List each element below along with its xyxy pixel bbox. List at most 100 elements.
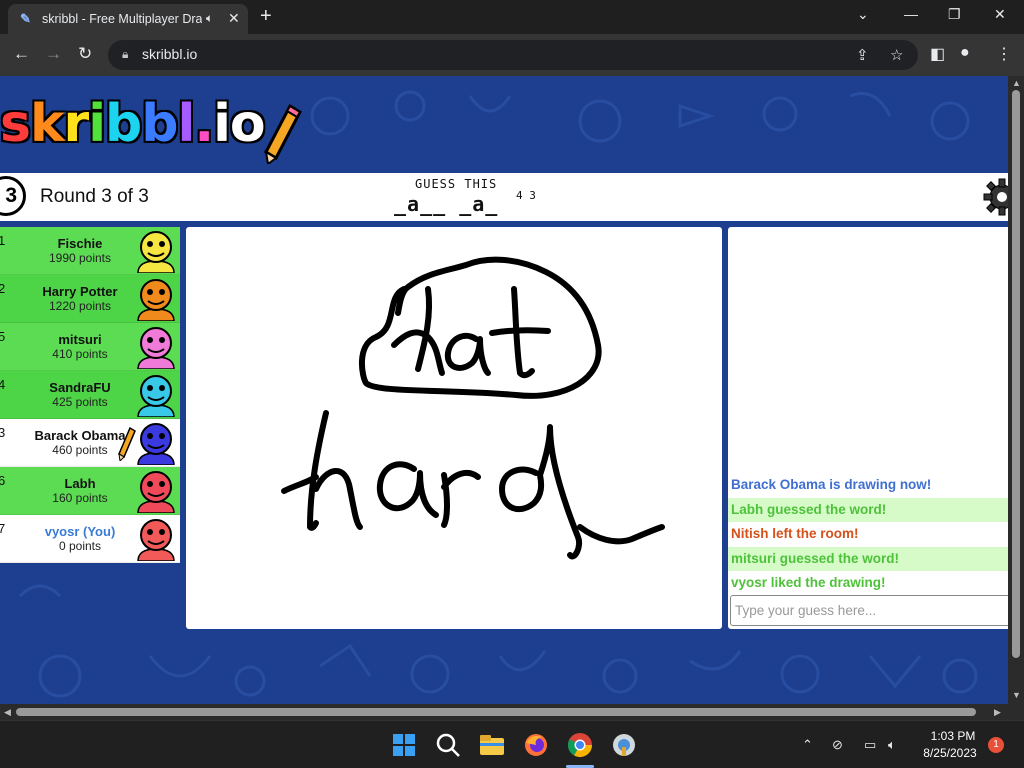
chat-panel: Barack Obama is drawing now! Labh guessed… — [728, 227, 1008, 629]
player-points: 425 points — [52, 395, 108, 409]
forward-icon[interactable]: → — [45, 44, 62, 64]
chat-message: Barack Obama is drawing now! — [728, 473, 1008, 497]
chat-message: mitsuri guessed the word! — [728, 546, 1008, 571]
pencil-icon — [118, 427, 136, 461]
scroll-up-icon[interactable]: ▲ — [1012, 78, 1021, 88]
browser-tab[interactable]: ✎ skribbl - Free Multiplayer Drawing & G… — [8, 4, 248, 34]
star-icon[interactable]: ☆ — [890, 46, 903, 64]
show-hidden-icons-icon[interactable]: ⌃ — [802, 737, 813, 753]
round-indicator: Round 3 of 3 — [40, 186, 149, 207]
player-rank: 2 — [0, 281, 6, 296]
skribbl-page: skribbl.io 3 Round 3 of 3 GUESS THIS _a_… — [0, 76, 1008, 704]
profile-icon[interactable]: ● — [960, 44, 970, 62]
player-avatar — [137, 471, 175, 513]
windows-taskbar: ⌃ ⊘ ▭ 🔈︎ 1:03 PM 8/25/2023 1 — [0, 720, 1024, 768]
player-points: 1220 points — [48, 299, 112, 313]
horizontal-scroll-thumb[interactable] — [16, 708, 976, 716]
player-row[interactable]: 2 Harry Potter 1220 points — [0, 275, 180, 323]
player-avatar — [137, 423, 175, 465]
player-avatar — [137, 279, 175, 321]
player-avatar — [137, 375, 175, 417]
network-off-icon[interactable]: ⊘ — [832, 737, 843, 753]
guess-input[interactable] — [730, 595, 1008, 626]
close-window-icon[interactable]: ✕ — [994, 6, 1006, 23]
player-name: Fischie — [57, 236, 103, 251]
player-avatar — [137, 231, 175, 273]
horizontal-scrollbar[interactable]: ◀ ▶ — [0, 704, 1008, 720]
minimize-icon[interactable]: — — [904, 6, 918, 22]
windows-start-icon[interactable] — [390, 731, 418, 759]
back-icon[interactable]: ← — [13, 44, 30, 64]
round-number: 3 — [5, 184, 17, 207]
word-hint: _a__ _a_ — [394, 192, 499, 216]
guess-label: GUESS THIS — [415, 177, 498, 191]
close-tab-icon[interactable]: ✕ — [228, 10, 240, 27]
chrome-icon[interactable] — [566, 731, 594, 759]
player-points: 160 points — [52, 491, 108, 505]
player-rank: 6 — [0, 473, 6, 488]
address-toolbar: ← → ↻ 🔒︎ skribbl.io ⇪ ☆ ◧ ● ⋮ — [0, 34, 1024, 76]
chat-message: Nitish left the room! — [728, 522, 1008, 546]
logo-pencil-icon — [264, 104, 302, 164]
player-name: vyosr (You) — [44, 524, 116, 539]
player-rank: 4 — [0, 377, 6, 392]
vertical-scroll-thumb[interactable] — [1012, 90, 1020, 658]
scroll-right-icon[interactable]: ▶ — [994, 707, 1001, 718]
chat-message: vyosr liked the drawing! — [728, 571, 1008, 595]
player-points: 410 points — [52, 347, 108, 361]
player-rank: 3 — [0, 425, 6, 440]
player-name: Labh — [64, 476, 96, 491]
player-rank: 1 — [0, 233, 6, 248]
search-icon[interactable] — [434, 731, 462, 759]
scrollbar-corner — [1008, 704, 1024, 720]
drawing-strokes — [281, 256, 665, 560]
word-lengths: 4 3 — [516, 189, 536, 202]
player-points: 1990 points — [48, 251, 112, 265]
skribbl-logo: skribbl.io — [0, 94, 266, 154]
tab-search-icon[interactable]: ⌄ — [857, 6, 869, 23]
new-tab-button[interactable]: + — [260, 5, 272, 28]
player-row[interactable]: 1 Fischie 1990 points — [0, 227, 180, 275]
player-name: mitsuri — [58, 332, 102, 347]
player-avatar — [137, 519, 175, 561]
clock-time[interactable]: 1:03 PM — [928, 729, 978, 743]
reload-icon[interactable]: ↻ — [78, 44, 92, 64]
player-avatar — [137, 327, 175, 369]
player-rank: 5 — [0, 329, 6, 344]
player-rank: 7 — [0, 521, 6, 536]
game-header: 3 Round 3 of 3 GUESS THIS _a__ _a_ 4 3 — [0, 173, 1008, 221]
file-explorer-icon[interactable] — [478, 731, 506, 759]
player-name: Harry Potter — [42, 284, 118, 299]
player-name: SandraFU — [49, 380, 111, 395]
skribbl-favicon-icon: ✎ — [20, 11, 31, 26]
gear-icon[interactable] — [982, 177, 1008, 217]
installer-app-icon[interactable] — [610, 731, 638, 759]
clock-date[interactable]: 8/25/2023 — [918, 746, 982, 760]
chat-message: Labh guessed the word! — [728, 497, 1008, 522]
scroll-left-icon[interactable]: ◀ — [4, 707, 11, 718]
omnibox[interactable]: 🔒︎ skribbl.io ⇪ ☆ — [108, 40, 918, 70]
vertical-scrollbar[interactable]: ▲ ▼ — [1008, 76, 1024, 704]
firefox-icon[interactable] — [522, 731, 550, 759]
player-row[interactable]: 5 mitsuri 410 points — [0, 323, 180, 371]
display-icon[interactable]: ▭ — [864, 737, 876, 753]
restore-icon[interactable]: ❐ — [948, 6, 961, 23]
scroll-down-icon[interactable]: ▼ — [1012, 690, 1021, 700]
share-icon[interactable]: ⇪ — [856, 46, 869, 64]
browser-tab-bar: ✎ skribbl - Free Multiplayer Drawing & G… — [0, 0, 1024, 34]
volume-icon[interactable]: 🔈︎ — [888, 737, 896, 753]
player-row[interactable]: 6 Labh 160 points — [0, 467, 180, 515]
lock-icon[interactable]: 🔒︎ — [122, 47, 128, 62]
url-text[interactable]: skribbl.io — [142, 46, 197, 62]
tab-title: skribbl - Free Multiplayer Drawing & Gue… — [42, 12, 202, 26]
notification-badge[interactable]: 1 — [988, 737, 1004, 753]
player-list: 1 Fischie 1990 points 2 Harry Potter 1220 poi… — [0, 227, 180, 563]
player-row[interactable]: 4 SandraFU 425 points — [0, 371, 180, 419]
sidepanel-icon[interactable]: ◧ — [930, 44, 945, 64]
menu-icon[interactable]: ⋮ — [996, 44, 1012, 64]
speaker-icon[interactable]: 🔈︎ — [206, 11, 213, 26]
drawing-canvas[interactable] — [186, 227, 722, 629]
player-row[interactable]: 3 Barack Obama 460 points — [0, 419, 180, 467]
player-row[interactable]: 7 vyosr (You) 0 points — [0, 515, 180, 563]
alarm-clock-icon: 3 — [0, 176, 26, 216]
